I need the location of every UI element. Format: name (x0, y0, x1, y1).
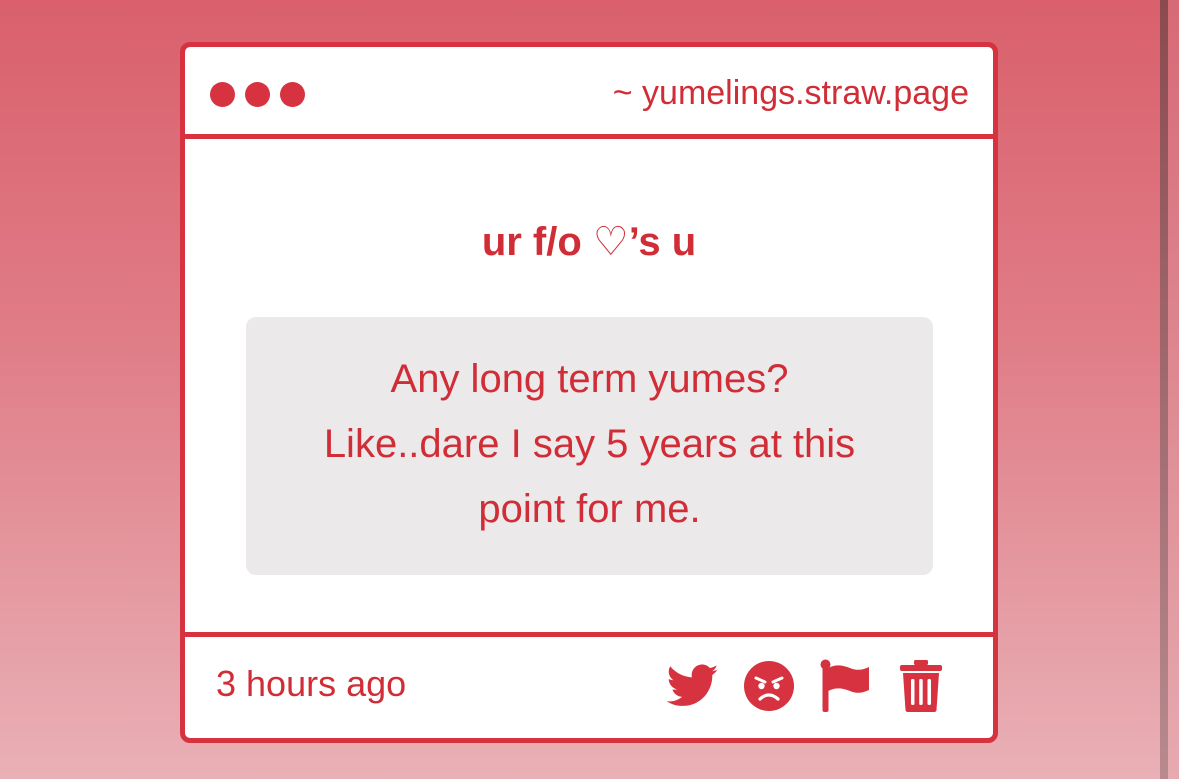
action-bar (666, 659, 948, 713)
window-dot-3 (280, 82, 305, 107)
window-dot-1 (210, 82, 235, 107)
window-dot-2 (245, 82, 270, 107)
twitter-icon (667, 664, 719, 706)
scrollbar[interactable] (1160, 0, 1179, 779)
message-line-2: Like..dare I say 5 years at this (323, 422, 856, 466)
trash-icon (900, 660, 942, 712)
delete-button[interactable] (894, 659, 948, 713)
report-button[interactable] (818, 659, 872, 713)
message-content: ur f/o ♡’s u Any long term yumes? Like..… (185, 139, 993, 634)
angry-face-icon (744, 661, 794, 711)
message-footer: 3 hours ago (185, 632, 993, 738)
share-twitter-button[interactable] (666, 659, 720, 713)
react-angry-button[interactable] (742, 659, 796, 713)
message-window: ~ yumelings.straw.page ur f/o ♡’s u Any … (180, 42, 998, 743)
title-bar: ~ yumelings.straw.page (185, 47, 993, 139)
window-dots (210, 82, 305, 107)
page-url: ~ yumelings.straw.page (612, 74, 969, 112)
message-box: Any long term yumes? Like..dare I say 5 … (246, 317, 933, 575)
message-line-1: Any long term yumes? (390, 357, 789, 401)
timestamp: 3 hours ago (216, 663, 407, 704)
message-line-3: point for me. (478, 487, 701, 531)
flag-icon (820, 659, 869, 712)
page-title: ur f/o ♡’s u (481, 220, 697, 264)
